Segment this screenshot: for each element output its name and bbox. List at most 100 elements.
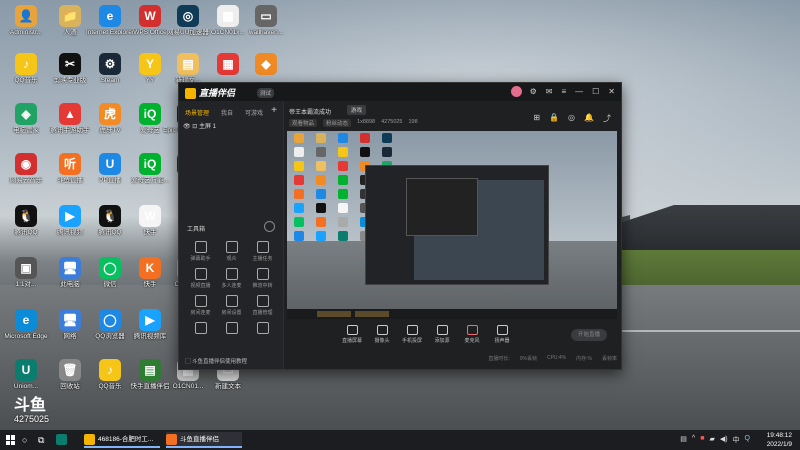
tray-folder-icon[interactable]: ▤ bbox=[680, 435, 687, 445]
go-live-button[interactable]: 开始直播 bbox=[571, 329, 607, 341]
tray-red-icon[interactable]: ■ bbox=[700, 435, 704, 445]
tool-label: 观众 bbox=[226, 256, 237, 262]
stream-meta: 观看物品 粉丝动态 1x8898 4275025 198 bbox=[289, 119, 418, 127]
status-4: 丢帧率 bbox=[601, 356, 617, 362]
window-controls: ⚙ ✉ ≡ — ☐ ✕ bbox=[530, 87, 615, 96]
tool-label: 直播管理 bbox=[252, 310, 273, 316]
tool-item[interactable]: 推流中转 bbox=[247, 268, 278, 291]
avatar[interactable] bbox=[511, 86, 522, 97]
tool-item[interactable] bbox=[247, 322, 278, 345]
tool-icon bbox=[256, 241, 269, 253]
app-icon: 📁 bbox=[59, 5, 81, 27]
status-2: CPU:4% bbox=[546, 355, 567, 361]
status-3: 内存:% bbox=[576, 356, 592, 362]
left-panel: 场景管理 我自 可游戏 + 👁 ⊡ 主屏 1 工具箱 弹幕助手 观众 主播任务 视频直… bbox=[179, 101, 284, 369]
speaker-button[interactable]: 扬声器 bbox=[487, 325, 517, 344]
tutorial-link[interactable]: ▢ 斗鱼直播伴侣使用教程 bbox=[185, 357, 247, 365]
app-icon: 🖥 bbox=[59, 309, 81, 331]
settings-icon[interactable]: ⚙ bbox=[530, 87, 537, 96]
add-source-button[interactable]: 添加源 bbox=[427, 325, 457, 344]
app-icon: ▶ bbox=[139, 309, 161, 331]
meta-0[interactable]: 观看物品 bbox=[289, 119, 318, 127]
lock-icon[interactable]: 🔒 bbox=[549, 113, 559, 124]
tool-item[interactable]: 主播任务 bbox=[247, 241, 278, 264]
taskbar-window-1[interactable]: 468186-合肥时工... bbox=[84, 432, 160, 448]
app-logo: 直播伴侣 bbox=[185, 86, 235, 100]
app-icon: ▭ bbox=[255, 5, 277, 27]
tool-item[interactable]: 观众 bbox=[216, 241, 247, 264]
preview-icon bbox=[294, 133, 304, 143]
preview-icon bbox=[338, 231, 348, 241]
add-scene-icon[interactable]: + bbox=[271, 105, 277, 116]
app-icon: 🗑 bbox=[59, 359, 81, 381]
app-icon: ▲ bbox=[59, 103, 81, 125]
tool-label: 推流中转 bbox=[252, 283, 273, 289]
tools-more-icon[interactable] bbox=[264, 221, 275, 232]
app-icon: iQ bbox=[139, 153, 161, 175]
tool-item[interactable]: 直播管理 bbox=[247, 295, 278, 318]
tray-network-icon[interactable]: ▰ bbox=[709, 435, 714, 445]
preview-icon bbox=[338, 203, 348, 213]
app-icon: e bbox=[99, 5, 121, 27]
phone-cast-button[interactable]: 手机投屏 bbox=[397, 325, 427, 344]
app-icon: W bbox=[139, 5, 161, 27]
preview-icon bbox=[294, 175, 304, 185]
tray-ime-icon[interactable]: 中 bbox=[733, 435, 740, 445]
desktop-icon[interactable]: ▭ wallhaven... bbox=[240, 2, 292, 50]
tray-volume-icon[interactable]: ◀) bbox=[720, 435, 728, 445]
desktop-icon[interactable]: W 快手 bbox=[124, 202, 176, 250]
preview-inner-window bbox=[406, 178, 478, 236]
tool-label: 弹幕助手 bbox=[190, 256, 211, 262]
tool-item[interactable]: 房间连麦 bbox=[185, 295, 216, 318]
menu-icon[interactable]: ≡ bbox=[561, 87, 566, 96]
grid-icon[interactable]: ⊞ bbox=[533, 113, 540, 124]
preview-icon bbox=[316, 217, 326, 227]
share-icon[interactable]: ⤴ bbox=[603, 113, 611, 124]
start-button[interactable] bbox=[6, 435, 16, 445]
task-view-icon[interactable]: ⧉ bbox=[38, 432, 44, 448]
app-icon: ◯ bbox=[99, 257, 121, 279]
douyu-watermark: 斗鱼 4275025 bbox=[14, 398, 54, 425]
tool-item[interactable]: 弹幕助手 bbox=[185, 241, 216, 264]
minimize-icon[interactable]: — bbox=[575, 87, 583, 96]
stream-preview[interactable] bbox=[287, 131, 617, 319]
bell-icon[interactable]: 🔔 bbox=[584, 113, 594, 124]
close-icon[interactable]: ✕ bbox=[608, 87, 615, 96]
scene-item[interactable]: 👁 ⊡ 主屏 1 bbox=[183, 121, 279, 131]
camera-button[interactable]: 摄像头 bbox=[367, 325, 397, 344]
preview-icon bbox=[294, 217, 304, 227]
tab-games[interactable]: 可游戏 bbox=[245, 108, 263, 117]
app-icon: ▶ bbox=[59, 205, 81, 227]
tool-item[interactable] bbox=[216, 322, 247, 345]
tab-mine[interactable]: 我自 bbox=[221, 108, 233, 117]
tray-q-icon[interactable]: Q bbox=[745, 435, 750, 445]
taskbar-window-2[interactable]: 斗鱼直播伴侣 bbox=[166, 432, 242, 448]
tray-up-icon[interactable]: ^ bbox=[692, 435, 695, 445]
tools-grid: 弹幕助手 观众 主播任务视频直播 多人连麦 推流中转房间连麦 房间设置 直播管理 bbox=[185, 241, 279, 345]
stream-category[interactable]: 游戏 bbox=[347, 105, 367, 115]
taskbar-window-2-label: 斗鱼直播伴侣 bbox=[180, 436, 219, 443]
tutorial-label: 斗鱼直播伴侣使用教程 bbox=[192, 359, 248, 365]
tab-scenes[interactable]: 场景管理 bbox=[185, 108, 209, 117]
tool-item[interactable] bbox=[185, 322, 216, 345]
taskbar-window-1-label: 468186-合肥时工... bbox=[98, 436, 154, 443]
tool-item[interactable]: 房间设置 bbox=[216, 295, 247, 318]
screen-capture-button[interactable]: 直播屏幕 bbox=[337, 325, 367, 344]
preview-icon bbox=[338, 175, 348, 185]
phone-icon bbox=[406, 325, 418, 335]
app-icon: ▤ bbox=[177, 53, 199, 75]
maximize-icon[interactable]: ☐ bbox=[592, 87, 599, 96]
mail-icon[interactable]: ✉ bbox=[546, 87, 553, 96]
meta-1[interactable]: 粉丝动态 bbox=[323, 119, 352, 127]
microphone-button[interactable]: 麦克风 bbox=[457, 325, 487, 344]
preview-icon bbox=[338, 133, 348, 143]
record-icon[interactable]: ◎ bbox=[568, 113, 575, 124]
search-icon[interactable]: ○ bbox=[22, 432, 27, 448]
uniom-taskbar-icon[interactable] bbox=[56, 432, 70, 448]
tool-item[interactable]: 视频直播 bbox=[185, 268, 216, 291]
tool-item[interactable]: 多人连麦 bbox=[216, 268, 247, 291]
desktop-icon[interactable]: ▶ 腾讯视频库 bbox=[124, 306, 176, 354]
app-icon: ▦ bbox=[217, 5, 239, 27]
clock[interactable]: 19:48:12 2022/1/9 bbox=[767, 431, 792, 449]
stream-title[interactable]: 帝王本霸流成功 bbox=[289, 107, 331, 116]
